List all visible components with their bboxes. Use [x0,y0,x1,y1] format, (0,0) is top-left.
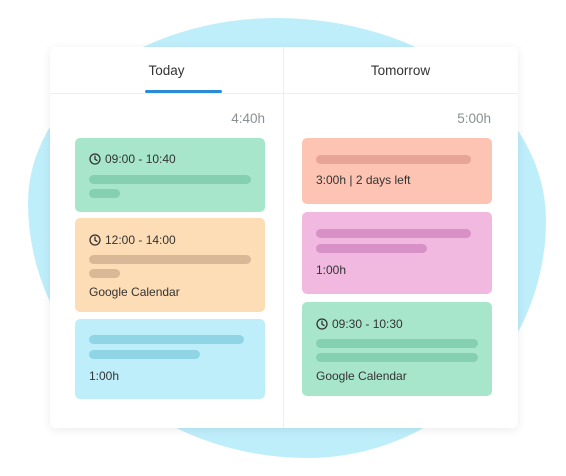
event-time: 09:30 - 10:30 [332,317,403,331]
text-placeholder-bar [89,189,120,198]
clock-icon [89,234,101,246]
clock-icon [316,318,328,330]
event-time: 09:00 - 10:40 [105,152,176,166]
tomorrow-total: 5:00h [457,111,491,126]
text-placeholder-bar [89,269,120,278]
text-placeholder-bar [316,353,478,362]
text-placeholder-bar [316,244,427,253]
event-card-tomorrow-1[interactable]: 3:00h | 2 days left [302,138,492,204]
tab-tomorrow[interactable]: Tomorrow [284,47,517,93]
event-detail: 3:00h | 2 days left [316,173,411,187]
text-placeholder-bar [89,255,251,264]
event-card-today-2[interactable]: 12:00 - 14:00 Google Calendar [75,218,265,312]
header-divider [50,93,518,94]
text-placeholder-bar [89,175,251,184]
text-placeholder-bar [316,339,478,348]
event-source: Google Calendar [89,285,180,299]
event-card-tomorrow-3[interactable]: 09:30 - 10:30 Google Calendar [302,302,492,396]
event-card-today-1[interactable]: 09:00 - 10:40 [75,138,265,212]
text-placeholder-bar [89,350,200,359]
text-placeholder-bar [316,229,471,238]
event-card-today-3[interactable]: 1:00h [75,319,265,399]
event-time: 12:00 - 14:00 [105,233,176,247]
event-duration: 1:00h [89,369,120,383]
schedule-panel: Today Tomorrow 4:40h 5:00h 09:00 - 10:40… [50,47,518,428]
column-divider [283,47,284,428]
tab-today[interactable]: Today [50,47,283,93]
text-placeholder-bar [89,335,244,344]
text-placeholder-bar [316,155,471,164]
event-card-tomorrow-2[interactable]: 1:00h [302,212,492,294]
event-source: Google Calendar [316,369,407,383]
today-total: 4:40h [231,111,265,126]
event-duration: 1:00h [316,263,347,277]
clock-icon [89,153,101,165]
